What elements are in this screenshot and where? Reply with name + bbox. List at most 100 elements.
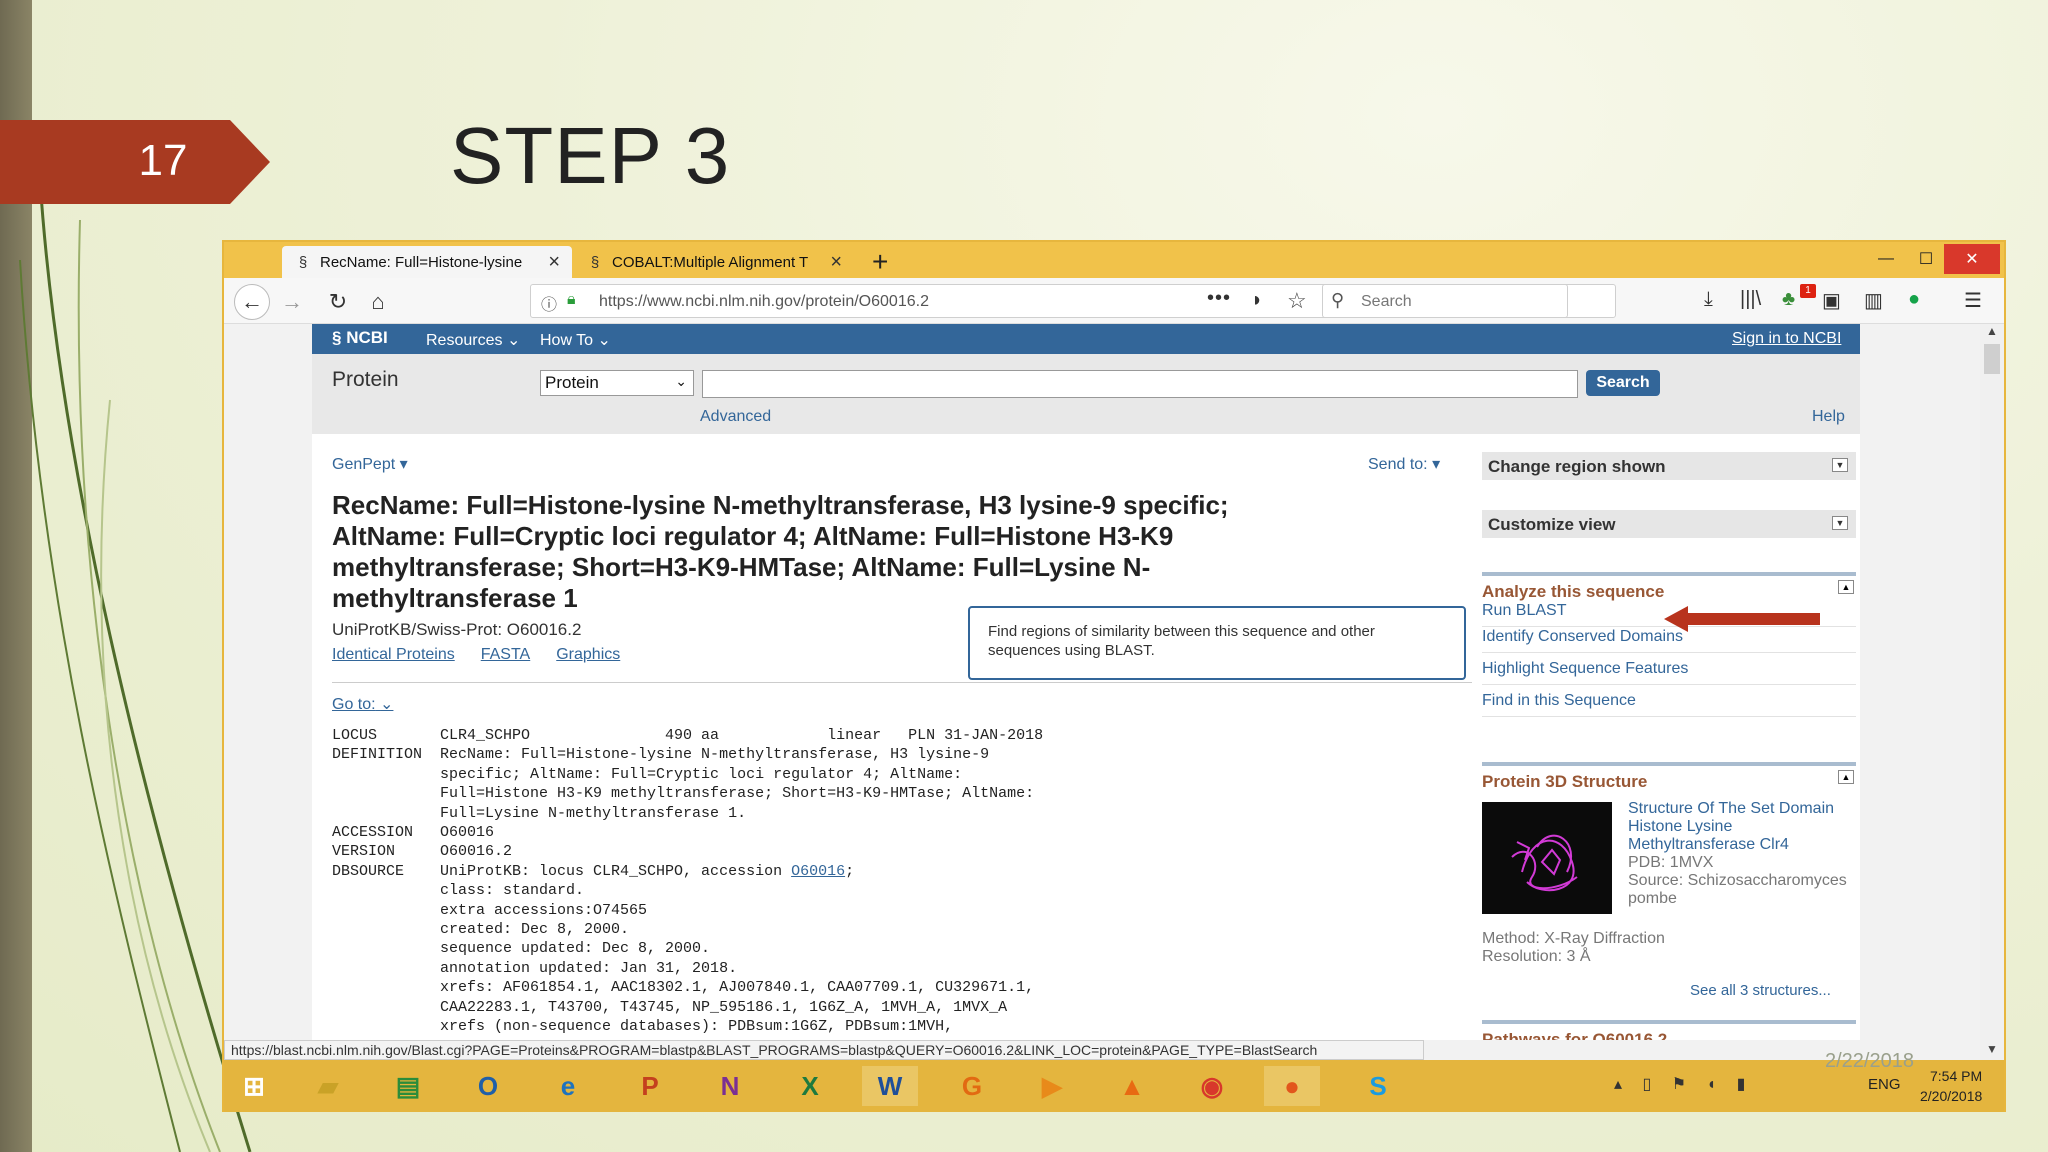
tab-label: COBALT:Multiple Alignment T: [612, 253, 809, 271]
close-tab-icon[interactable]: ×: [548, 251, 560, 274]
graphics-link[interactable]: Graphics: [556, 646, 620, 664]
tab-recname[interactable]: § RecName: Full=Histone-lysine ×: [282, 246, 572, 278]
advanced-link[interactable]: Advanced: [700, 408, 771, 426]
vertical-scrollbar[interactable]: ▲ ▼: [1980, 324, 2004, 1060]
howto-menu[interactable]: How To ⌄: [540, 330, 611, 350]
chrome-icon[interactable]: ◉: [1184, 1066, 1240, 1106]
collapse-icon[interactable]: ▲: [1838, 770, 1854, 784]
new-tab-icon[interactable]: +: [872, 246, 888, 278]
help-link[interactable]: Help: [1812, 408, 1845, 426]
customize-view-panel[interactable]: Customize view ▼: [1482, 510, 1856, 538]
pdf-icon[interactable]: G: [944, 1066, 1000, 1106]
system-tray-icons[interactable]: ▴ ▯ ⚑ ◖ ▮: [1614, 1074, 1753, 1094]
back-icon[interactable]: ←: [234, 284, 270, 320]
ncbi-logo[interactable]: § NCBI: [332, 328, 388, 348]
status-bar-url: https://blast.ncbi.nlm.nih.gov/Blast.cgi…: [224, 1040, 1424, 1060]
search-placeholder: Search: [1361, 293, 1412, 310]
maximize-icon[interactable]: ☐: [1904, 244, 1948, 274]
database-select[interactable]: Protein ⌄: [540, 370, 694, 396]
url-text[interactable]: https://www.ncbi.nlm.nih.gov/protein/O60…: [599, 293, 929, 311]
browser-window: § RecName: Full=Histone-lysine × § COBAL…: [222, 240, 2006, 1112]
forward-icon[interactable]: →: [274, 284, 310, 320]
browser-search-input[interactable]: ⚲ Search: [1322, 284, 1568, 318]
flatfile-line: Full=Histone H3-K9 methyltransferase; Sh…: [332, 785, 1035, 803]
store-icon[interactable]: ▤: [380, 1066, 436, 1106]
flatfile-line: xrefs (non-sequence databases): PDBsum:1…: [332, 1018, 954, 1036]
ncbi-helix-icon: §: [332, 328, 347, 347]
flatfile-line: VERSION O60016.2: [332, 843, 513, 861]
caret-down-icon: ▾: [1432, 456, 1441, 473]
pathways-section-title: Pathways for O60016.2: [1482, 1030, 1668, 1040]
ncbi-header: § NCBI Resources ⌄ How To ⌄ Sign in to N…: [312, 324, 1860, 354]
download-icon[interactable]: ⤓: [1704, 288, 1713, 311]
info-icon[interactable]: ⓘ: [541, 291, 557, 315]
skype-icon[interactable]: S: [1350, 1066, 1406, 1106]
internet-explorer-icon[interactable]: e: [540, 1066, 596, 1106]
fasta-link[interactable]: FASTA: [481, 646, 531, 664]
tab-cobalt[interactable]: § COBALT:Multiple Alignment T ×: [574, 246, 854, 278]
caret-down-icon: ▾: [399, 456, 408, 473]
windows-start-icon[interactable]: ⊞: [226, 1066, 282, 1106]
flatfile-line: created: Dec 8, 2000.: [332, 921, 630, 939]
dropdown-toggle-icon[interactable]: ▼: [1832, 458, 1848, 472]
identical-proteins-link[interactable]: Identical Proteins: [332, 646, 455, 664]
structure-name-link[interactable]: Structure Of The Set Domain Histone Lysi…: [1628, 800, 1858, 854]
send-to-menu[interactable]: Send to: ▾: [1368, 454, 1440, 474]
scrollbar-thumb[interactable]: [1984, 344, 2000, 374]
reload-icon[interactable]: ↻: [320, 284, 356, 320]
search-icon: ⚲: [1331, 290, 1345, 310]
close-tab-icon[interactable]: ×: [830, 251, 842, 274]
blast-tooltip: Find regions of similarity between this …: [968, 606, 1466, 680]
find-in-sequence-link[interactable]: Find in this Sequence: [1482, 692, 1856, 717]
format-menu[interactable]: GenPept ▾: [332, 454, 408, 474]
file-explorer-icon[interactable]: ▰: [300, 1066, 356, 1106]
notification-badge: 1: [1800, 284, 1816, 298]
library-icon[interactable]: |||\: [1740, 288, 1761, 311]
flatfile-line: extra accessions:O74565: [332, 901, 648, 919]
vlc-icon[interactable]: ▲: [1104, 1066, 1160, 1106]
powerpoint-icon[interactable]: P: [622, 1066, 678, 1106]
collapse-icon[interactable]: ▲: [1838, 580, 1854, 594]
goto-menu[interactable]: Go to: ⌄: [332, 694, 393, 714]
flatfile-line: class: standard.: [332, 882, 585, 900]
word-icon[interactable]: W: [862, 1066, 918, 1106]
resources-menu[interactable]: Resources ⌄: [426, 330, 520, 350]
annotation-arrow-icon: [1664, 606, 1820, 632]
sidebar-icon[interactable]: ▥: [1864, 288, 1883, 313]
screenshot-icon[interactable]: ▣: [1822, 288, 1841, 313]
change-region-panel[interactable]: Change region shown ▼: [1482, 452, 1856, 480]
page-actions-icon[interactable]: •••: [1207, 287, 1231, 310]
dropdown-toggle-icon[interactable]: ▼: [1832, 516, 1848, 530]
highlight-features-link[interactable]: Highlight Sequence Features: [1482, 660, 1856, 685]
clock-time[interactable]: 7:54 PM: [1930, 1068, 1982, 1084]
close-window-icon[interactable]: ✕: [1944, 244, 2000, 274]
language-indicator[interactable]: ENG: [1868, 1076, 1901, 1093]
firefox-icon[interactable]: ●: [1264, 1066, 1320, 1106]
bookmark-star-icon[interactable]: ☆: [1287, 288, 1307, 314]
search-button[interactable]: Search: [1586, 370, 1660, 396]
media-player-icon[interactable]: ▶: [1024, 1066, 1080, 1106]
scroll-down-icon[interactable]: ▼: [1986, 1042, 1998, 1056]
menu-icon[interactable]: ☰: [1964, 288, 1982, 313]
see-all-structures-link[interactable]: See all 3 structures...: [1690, 982, 1831, 999]
sign-in-link[interactable]: Sign in to NCBI: [1732, 330, 1841, 348]
protein-structure-thumbnail[interactable]: [1482, 802, 1612, 914]
clock-date[interactable]: 2/20/2018: [1920, 1088, 1982, 1104]
minimize-icon[interactable]: —: [1864, 244, 1908, 274]
accession-link[interactable]: O60016: [791, 863, 845, 880]
onenote-icon[interactable]: N: [702, 1066, 758, 1106]
flatfile-line: xrefs: AF061854.1, AAC18302.1, AJ007840.…: [332, 979, 1035, 997]
pocket-icon[interactable]: ◗: [1251, 289, 1263, 312]
grammarly-icon[interactable]: ●: [1908, 288, 1920, 311]
ncbi-favicon-icon: §: [298, 253, 308, 271]
extension-icon[interactable]: ♣: [1782, 288, 1795, 311]
flatfile-line: Full=Lysine N-methyltransferase 1.: [332, 804, 747, 822]
flatfile-line: annotation updated: Jan 31, 2018.: [332, 959, 738, 977]
ncbi-favicon-icon: §: [590, 253, 600, 271]
excel-icon[interactable]: X: [782, 1066, 838, 1106]
search-term-input[interactable]: [702, 370, 1578, 398]
flatfile-line: specific; AltName: Full=Cryptic loci reg…: [332, 765, 963, 783]
scroll-up-icon[interactable]: ▲: [1986, 324, 1998, 338]
home-icon[interactable]: ⌂: [360, 284, 396, 320]
outlook-icon[interactable]: O: [460, 1066, 516, 1106]
